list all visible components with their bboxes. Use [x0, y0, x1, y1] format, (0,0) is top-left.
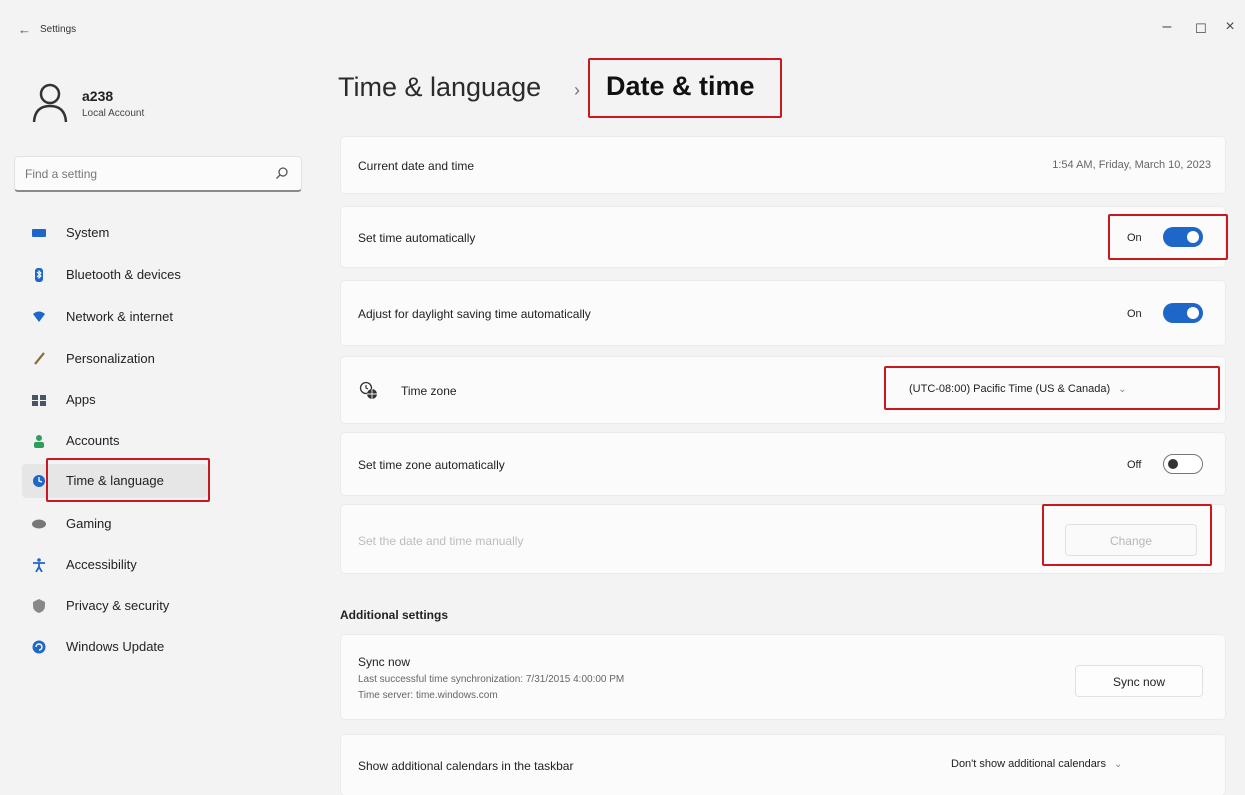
sidebar-item-label: Accounts	[66, 433, 120, 448]
search-icon[interactable]	[275, 166, 289, 180]
set-time-auto-toggle[interactable]	[1163, 227, 1203, 247]
accessibility-icon	[33, 558, 45, 572]
last-sync-text: Last successful time synchronization: 7/…	[358, 674, 625, 685]
daylight-saving-card: Adjust for daylight saving time automati…	[340, 280, 1226, 346]
sidebar-item-gaming[interactable]: Gaming	[22, 507, 208, 541]
sidebar-item-personalization[interactable]: Personalization	[22, 342, 208, 376]
set-time-zone-auto-toggle[interactable]	[1163, 454, 1203, 474]
time-server-text: Time server: time.windows.com	[358, 690, 498, 701]
chevron-down-icon: ⌄	[1113, 759, 1123, 770]
breadcrumb-parent[interactable]: Time & language	[338, 72, 541, 103]
app-title: Settings	[40, 24, 77, 35]
toggle-knob	[1187, 231, 1199, 243]
minimize-button[interactable]: –	[1152, 18, 1182, 36]
sidebar-item-time-language[interactable]: Time & language	[22, 464, 208, 498]
manual-time-card: Set the date and time manually Change	[340, 504, 1226, 574]
time-zone-dropdown[interactable]: (UTC-08:00) Pacific Time (US & Canada) ⌄	[899, 375, 1211, 405]
update-icon	[32, 640, 46, 654]
globe-clock-icon	[33, 475, 45, 487]
search-input[interactable]	[25, 165, 265, 183]
toggle-knob	[1187, 307, 1199, 319]
back-arrow-icon[interactable]: ←	[18, 22, 31, 37]
shield-icon	[33, 599, 45, 613]
sidebar-item-network[interactable]: Network & internet	[22, 300, 208, 334]
sync-now-button[interactable]: Sync now	[1075, 665, 1203, 697]
avatar[interactable]	[30, 80, 70, 124]
sidebar-item-accounts[interactable]: Accounts	[22, 424, 208, 458]
sidebar-item-label: Apps	[66, 392, 96, 407]
user-icon	[32, 83, 68, 123]
sidebar-item-accessibility[interactable]: Accessibility	[22, 548, 208, 582]
sidebar-item-label: Windows Update	[66, 639, 165, 654]
sidebar-item-windows-update[interactable]: Windows Update	[22, 630, 208, 664]
time-zone-value: (UTC-08:00) Pacific Time (US & Canada)	[909, 383, 1111, 395]
additional-settings-heading: Additional settings	[340, 608, 448, 622]
bluetooth-icon	[35, 268, 43, 282]
calendars-dropdown[interactable]: Don't show additional calendars ⌄	[941, 750, 1211, 780]
breadcrumb-separator: ›	[574, 80, 580, 100]
set-time-auto-label: Set time automatically	[358, 231, 476, 245]
close-button[interactable]: ×	[1215, 18, 1245, 36]
set-time-auto-card: Set time automatically On	[340, 206, 1226, 268]
current-date-time-value: 1:54 AM, Friday, March 10, 2023	[1052, 159, 1211, 171]
sync-label: Sync now	[358, 655, 411, 669]
daylight-saving-state: On	[1127, 308, 1142, 320]
title-bar: ← Settings – ☐ ×	[0, 0, 1245, 52]
sidebar-item-label: Network & internet	[66, 309, 173, 324]
account-type: Local Account	[82, 108, 145, 119]
current-date-time-card: Current date and time 1:54 AM, Friday, M…	[340, 136, 1226, 194]
network-icon	[33, 311, 45, 322]
account-name: a238	[82, 88, 114, 104]
calendars-value: Don't show additional calendars	[951, 758, 1106, 770]
sidebar-item-label: Bluetooth & devices	[66, 267, 181, 282]
sidebar-item-label: Gaming	[66, 516, 112, 531]
maximize-button[interactable]: ☐	[1186, 21, 1216, 37]
current-date-time-label: Current date and time	[358, 159, 475, 173]
daylight-saving-label: Adjust for daylight saving time automati…	[358, 307, 591, 321]
system-icon	[32, 229, 46, 237]
sidebar-item-label: Accessibility	[66, 557, 137, 572]
sidebar-item-label: Personalization	[66, 351, 155, 366]
calendars-card: Show additional calendars in the taskbar…	[340, 734, 1226, 795]
set-time-zone-auto-state: Off	[1127, 459, 1142, 471]
time-zone-label: Time zone	[401, 384, 457, 398]
set-time-auto-state: On	[1127, 232, 1142, 244]
brush-icon	[34, 352, 45, 365]
chevron-down-icon: ⌄	[1118, 384, 1127, 395]
gamepad-icon	[32, 519, 46, 529]
sidebar-item-apps[interactable]: Apps	[22, 383, 208, 417]
globe-clock-icon	[359, 381, 377, 399]
search-box[interactable]	[14, 156, 302, 192]
sidebar-item-system[interactable]: System	[22, 216, 208, 250]
sync-card: Sync now Last successful time synchroniz…	[340, 634, 1226, 720]
change-button[interactable]: Change	[1065, 524, 1197, 556]
time-zone-card: Time zone (UTC-08:00) Pacific Time (US &…	[340, 356, 1226, 424]
manual-time-label: Set the date and time manually	[358, 534, 524, 548]
sidebar-item-privacy[interactable]: Privacy & security	[22, 589, 208, 623]
accounts-icon	[34, 435, 44, 448]
page-title: Date & time	[606, 71, 755, 101]
toggle-knob	[1168, 459, 1178, 469]
calendars-label: Show additional calendars in the taskbar	[358, 759, 574, 773]
sidebar-item-bluetooth[interactable]: Bluetooth & devices	[22, 258, 208, 292]
sidebar-item-label: Time & language	[66, 473, 164, 488]
daylight-saving-toggle[interactable]	[1163, 303, 1203, 323]
set-time-zone-auto-card: Set time zone automatically Off	[340, 432, 1226, 496]
set-time-zone-auto-label: Set time zone automatically	[358, 458, 505, 472]
sidebar-item-label: Privacy & security	[66, 598, 170, 613]
sidebar-item-label: System	[66, 225, 110, 240]
apps-icon	[32, 395, 46, 406]
